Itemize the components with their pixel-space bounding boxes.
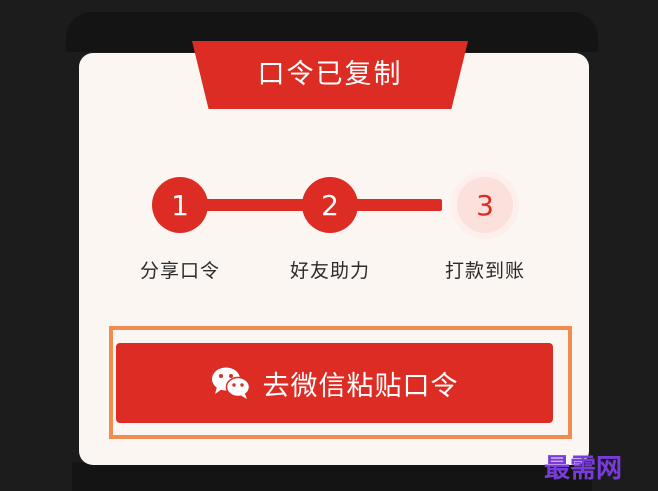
step-2-circle: 2 (302, 177, 358, 233)
step-1-circle: 1 (152, 177, 208, 233)
step-3-label: 打款到账 (444, 260, 525, 282)
step-2-number: 2 (321, 188, 339, 222)
wechat-icon (211, 367, 250, 399)
step-2-label: 好友助力 (289, 260, 370, 282)
dialog-title: 口令已复制 (257, 59, 403, 90)
paste-in-wechat-button[interactable]: 去微信粘贴口令 (116, 343, 553, 423)
cta-label: 去微信粘贴口令 (262, 370, 459, 402)
step-3-circle: 3 (457, 177, 513, 233)
watermark: 最需网 (544, 454, 623, 484)
step-1-number: 1 (171, 188, 189, 222)
step-3-number: 3 (476, 188, 494, 222)
step-1-label: 分享口令 (139, 260, 220, 282)
backdrop-bottom (72, 462, 592, 491)
